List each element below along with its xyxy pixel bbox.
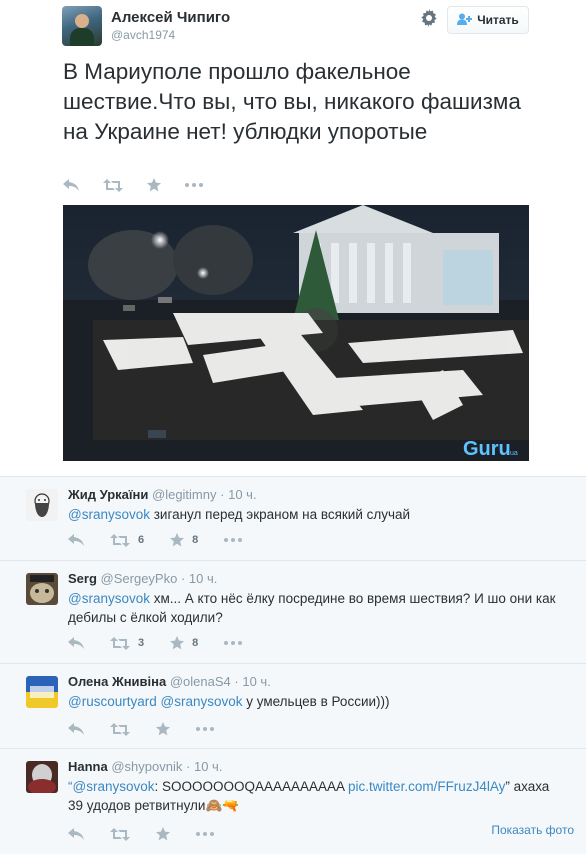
- follow-label: Читать: [477, 13, 519, 27]
- reply-icon[interactable]: [68, 637, 84, 649]
- favorite-icon[interactable]: 8: [170, 636, 198, 650]
- emoji-icon: 🙈🔫: [205, 798, 240, 813]
- reply-icon[interactable]: [63, 179, 79, 191]
- photo-watermark-small: ua: [510, 450, 518, 457]
- retweet-icon[interactable]: [110, 722, 130, 736]
- reply-body: у умельцев в России))): [242, 694, 390, 709]
- tweet-photo[interactable]: Guru ua: [63, 205, 529, 461]
- reply-header: Serg @SergeyPko · 10 ч.: [68, 571, 217, 586]
- reply-item[interactable]: Serg @SergeyPko · 10 ч. @sranysovok хм..…: [0, 560, 586, 663]
- avatar[interactable]: [26, 573, 58, 605]
- show-photo-link[interactable]: Показать фото: [491, 823, 574, 837]
- photo-link[interactable]: pic.twitter.com/FFruzJ4lAy: [348, 779, 505, 794]
- reply-text: @sranysovok зиганул перед экраном на вся…: [68, 505, 568, 524]
- reply-actions: 6 8: [68, 533, 268, 547]
- mention-link[interactable]: @sranysovok: [68, 507, 150, 522]
- avatar[interactable]: [26, 489, 58, 521]
- reply-text: @sranysovok хм... А кто нёс ёлку посреди…: [68, 589, 568, 627]
- reply-header: Жид Уркаїни @legitimny · 10 ч.: [68, 487, 257, 502]
- more-icon[interactable]: [224, 641, 243, 645]
- separator-dot: ·: [186, 759, 191, 774]
- reply-icon[interactable]: [68, 723, 84, 735]
- photo-watermark: Guru: [463, 438, 511, 460]
- retweet-icon[interactable]: [110, 827, 130, 841]
- more-icon[interactable]: [224, 538, 243, 542]
- separator-dot: ·: [180, 571, 186, 586]
- reply-icon[interactable]: [68, 828, 84, 840]
- reply-timestamp[interactable]: 10 ч.: [228, 487, 256, 502]
- reply-item[interactable]: Олена Жнивіна @olenaS4 · 10 ч. @ruscourt…: [0, 663, 586, 748]
- reply-actions: [68, 827, 240, 841]
- reply-body: : SOOOOOOOQAAAAAAAAAA: [154, 779, 349, 794]
- avatar[interactable]: [62, 6, 102, 46]
- reply-author-name[interactable]: Hanna: [68, 759, 108, 774]
- reply-icon[interactable]: [68, 534, 84, 546]
- reply-body: зиганул перед экраном на всякий случай: [149, 507, 411, 522]
- reply-author-username[interactable]: @olenaS4: [170, 674, 231, 689]
- follow-button[interactable]: Читать: [447, 6, 529, 34]
- favorite-icon[interactable]: [156, 722, 170, 736]
- more-icon[interactable]: [196, 727, 214, 731]
- avatar[interactable]: [26, 761, 58, 793]
- retweet-icon[interactable]: 6: [110, 533, 145, 547]
- avatar[interactable]: [26, 676, 58, 708]
- more-icon[interactable]: [196, 832, 214, 836]
- reply-author-username[interactable]: @SergeyPko: [101, 571, 178, 586]
- reply-timestamp[interactable]: 10 ч.: [189, 571, 217, 586]
- reply-text: “@sranysovok: SOOOOOOOQAAAAAAAAAA pic.tw…: [68, 777, 568, 815]
- mention-link[interactable]: @sranysovok: [73, 779, 155, 794]
- reply-actions: 3 8: [68, 636, 268, 650]
- favorite-count: 8: [192, 637, 199, 649]
- replies-list: Жид Уркаїни @legitimny · 10 ч. @sranysov…: [0, 476, 586, 854]
- separator-dot: ·: [220, 487, 225, 502]
- gear-icon[interactable]: [418, 9, 440, 31]
- tweet-text: В Мариуполе прошло факельное шествие.Что…: [63, 59, 521, 144]
- reply-author-username[interactable]: @shypovnik: [111, 759, 182, 774]
- follow-plus-icon: [457, 13, 473, 28]
- mention-link[interactable]: @ruscourtyard: [68, 694, 157, 709]
- favorite-icon[interactable]: [156, 827, 170, 841]
- reply-item[interactable]: Hanna @shypovnik · 10 ч. “@sranysovok: S…: [0, 748, 586, 854]
- reply-author-name[interactable]: Жид Уркаїни: [68, 487, 148, 502]
- reply-author-username[interactable]: @legitimny: [152, 487, 217, 502]
- reply-header: Hanna @shypovnik · 10 ч.: [68, 759, 222, 774]
- mention-link[interactable]: @sranysovok: [68, 591, 150, 606]
- reply-text: @ruscourtyard @sranysovok у умельцев в Р…: [68, 692, 568, 711]
- reply-header: Олена Жнивіна @olenaS4 · 10 ч.: [68, 674, 271, 689]
- author-fullname[interactable]: Алексей Чипиго: [111, 9, 230, 26]
- mention-link[interactable]: @sranysovok: [161, 694, 243, 709]
- retweet-icon[interactable]: [103, 178, 123, 192]
- reply-timestamp[interactable]: 10 ч.: [242, 674, 270, 689]
- favorite-count: 8: [192, 534, 199, 546]
- reply-actions: [68, 722, 240, 736]
- more-icon[interactable]: [185, 183, 203, 187]
- retweet-icon[interactable]: 3: [110, 636, 145, 650]
- reply-item[interactable]: Жид Уркаїни @legitimny · 10 ч. @sranysov…: [0, 476, 586, 560]
- main-tweet: Алексей Чипиго @avch1974 Читать В Мариуп…: [0, 0, 586, 476]
- author-username[interactable]: @avch1974: [111, 28, 175, 42]
- reply-timestamp[interactable]: 10 ч.: [194, 759, 222, 774]
- favorite-icon[interactable]: 8: [170, 533, 198, 547]
- retweet-count: 3: [138, 637, 145, 649]
- separator-dot: ·: [234, 674, 239, 689]
- tweet-actions: [63, 178, 203, 192]
- retweet-count: 6: [138, 534, 145, 546]
- reply-author-name[interactable]: Serg: [68, 571, 97, 586]
- reply-author-name[interactable]: Олена Жнивіна: [68, 674, 166, 689]
- favorite-icon[interactable]: [147, 178, 161, 192]
